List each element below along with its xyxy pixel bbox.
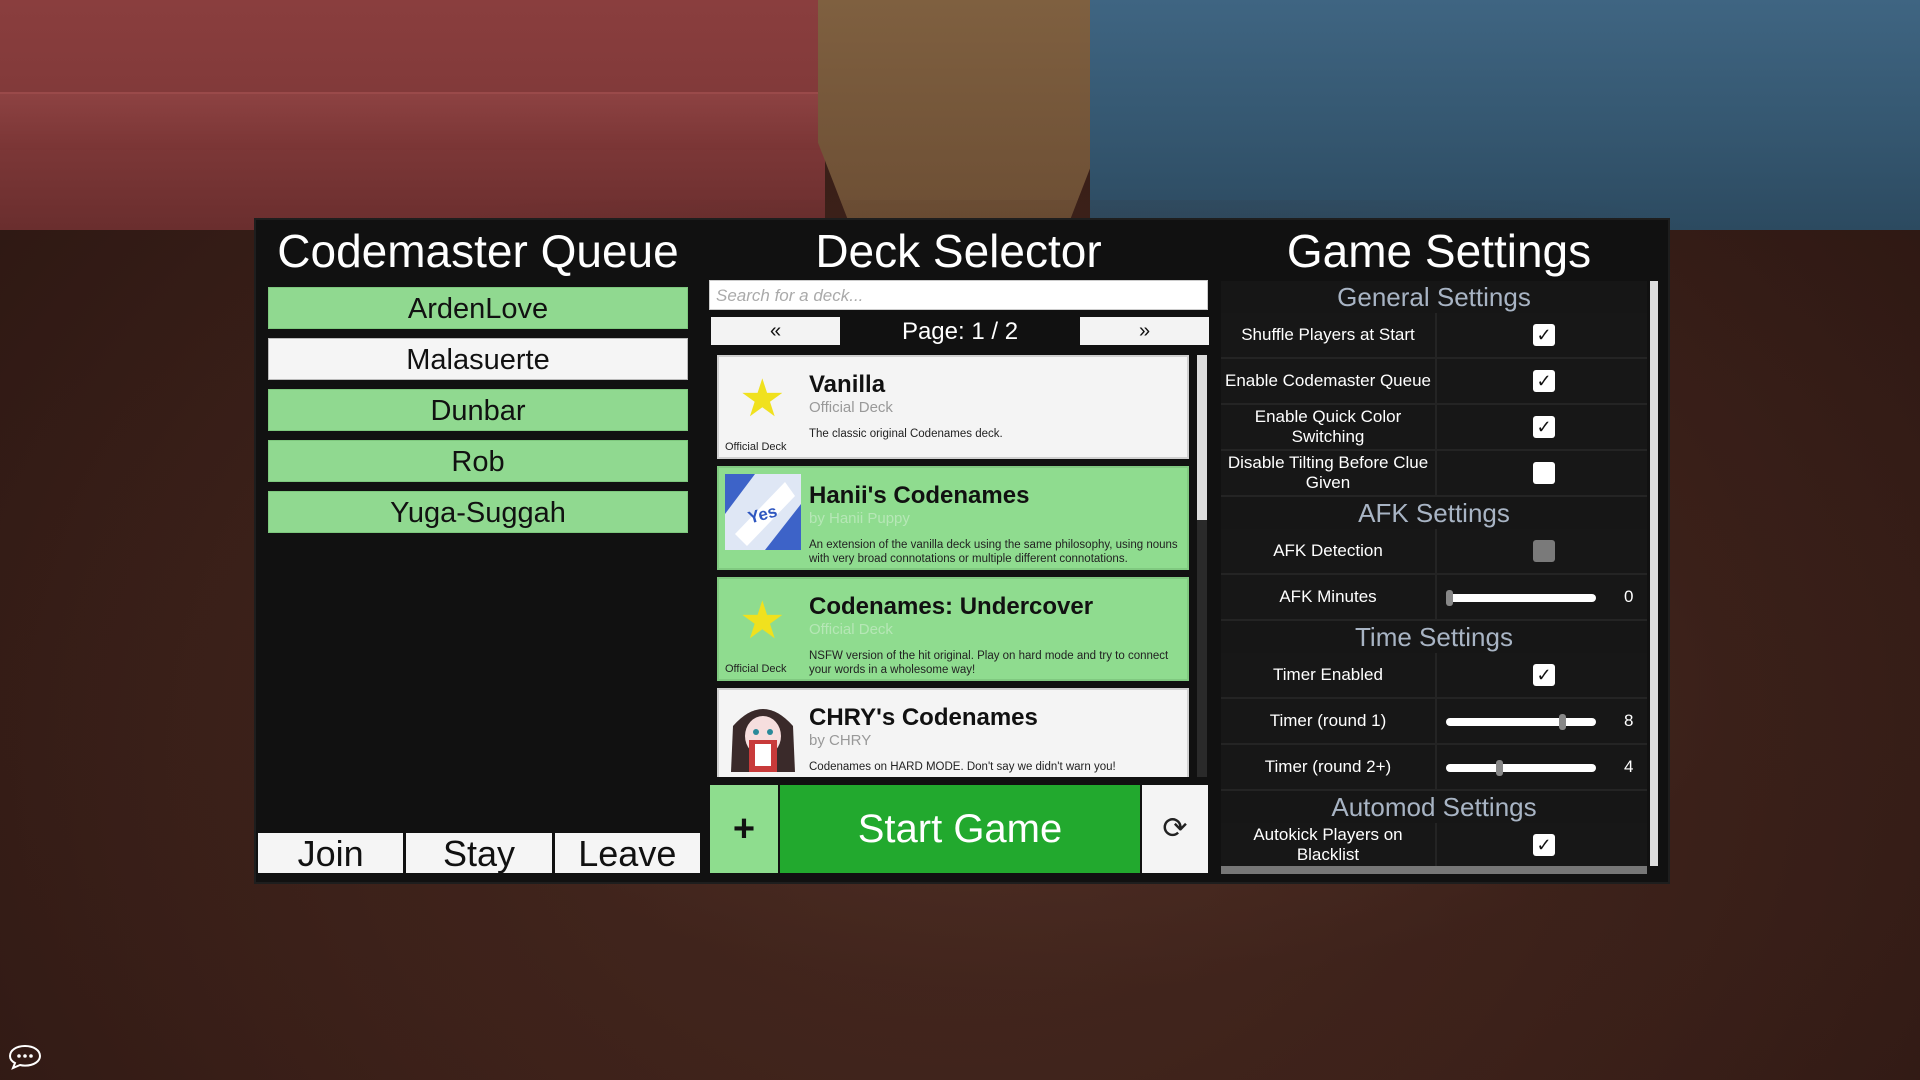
timer-round2-value: 4 xyxy=(1624,757,1634,776)
queue-title: Codemaster Queue xyxy=(277,225,679,277)
deck-description: The classic original Codenames deck. xyxy=(809,428,1003,440)
settings-scrollbar-horizontal[interactable] xyxy=(1221,866,1647,874)
deck-name: Vanilla xyxy=(809,371,886,398)
deck-scrollbar-thumb[interactable] xyxy=(1197,355,1207,520)
deck-author: by CHRY xyxy=(809,732,872,749)
chry-avatar-icon xyxy=(725,696,801,772)
shuffle-checkbox[interactable]: ✓ xyxy=(1533,324,1555,346)
queue-player[interactable]: ArdenLove xyxy=(268,287,688,329)
autokick-checkbox[interactable]: ✓ xyxy=(1533,834,1555,856)
deck-name: Codenames: Undercover xyxy=(809,593,1094,620)
deck-description: Codenames on HARD MODE. Don't say we did… xyxy=(809,761,1116,773)
deck-author: by Hanii Puppy xyxy=(809,510,910,527)
automod-settings-heading: Automod Settings xyxy=(1331,792,1537,822)
afk-settings-heading: AFK Settings xyxy=(1358,498,1510,528)
afk-minutes-slider[interactable] xyxy=(1446,590,1596,606)
time-settings-heading: Time Settings xyxy=(1355,622,1513,652)
quick-color-checkbox[interactable]: ✓ xyxy=(1533,416,1555,438)
general-settings-heading: General Settings xyxy=(1337,282,1531,312)
hanii-yes-icon: Yes xyxy=(725,474,801,550)
settings-title: Game Settings xyxy=(1286,225,1592,277)
deck-name: CHRY's Codenames xyxy=(809,704,1038,731)
timer-enabled-checkbox[interactable]: ✓ xyxy=(1533,664,1555,686)
setting-label: Disable Tilting Before Clue Given xyxy=(1221,451,1437,495)
next-page-button[interactable]: » xyxy=(1080,317,1209,345)
setting-label: AFK Detection xyxy=(1221,529,1437,573)
background-blue-block xyxy=(1090,0,1920,230)
background-red-stripe xyxy=(0,92,825,150)
setting-label: Autokick Players on Blacklist xyxy=(1221,823,1437,866)
start-game-button[interactable]: Start Game xyxy=(780,785,1140,873)
setting-row: AFK Minutes 0 xyxy=(1221,575,1647,621)
slider-knob[interactable] xyxy=(1446,590,1453,606)
deck-icon-label: Official Deck xyxy=(725,441,787,453)
tilting-checkbox[interactable] xyxy=(1533,462,1555,484)
page-indicator: Page: 1 / 2 xyxy=(901,318,1019,345)
deck-author: Official Deck xyxy=(809,621,893,638)
star-icon: ★ Official Deck xyxy=(725,363,801,453)
refresh-icon[interactable]: ⟳ xyxy=(1142,785,1208,873)
queue-player[interactable]: Malasuerte xyxy=(268,338,688,380)
deck-description: An extension of the vanilla deck using t… xyxy=(809,539,1178,565)
timer-round1-value: 8 xyxy=(1624,711,1634,730)
afk-detection-checkbox[interactable] xyxy=(1533,540,1555,562)
deck-name: Hanii's Codenames xyxy=(809,482,1030,509)
queue-player[interactable]: Yuga-Suggah xyxy=(268,491,688,533)
join-button[interactable]: Join xyxy=(258,833,404,874)
timer-round2-slider[interactable] xyxy=(1446,760,1596,776)
add-deck-button[interactable]: + xyxy=(710,785,778,873)
setting-row: Shuffle Players at Start ✓ xyxy=(1221,313,1647,359)
slider-knob[interactable] xyxy=(1495,760,1503,776)
deck-title: Deck Selector xyxy=(815,225,1102,277)
setting-row: Autokick Players on Blacklist ✓ xyxy=(1221,823,1647,866)
deck-description: NSFW version of the hit original. Play o… xyxy=(809,650,1169,676)
setting-label: Timer Enabled xyxy=(1221,653,1437,697)
setting-label: Enable Quick Color Switching xyxy=(1221,405,1437,449)
chat-bubble-icon[interactable] xyxy=(8,1044,42,1070)
deck-card[interactable]: ★ Official Deck Vanilla Official Deck Th… xyxy=(717,355,1189,459)
deck-card[interactable]: Yes Hanii's Codenames by Hanii Puppy An … xyxy=(717,466,1189,570)
deck-icon-label: Official Deck xyxy=(725,663,787,675)
deck-card[interactable]: ★ Official Deck Codenames: Undercover Of… xyxy=(717,577,1189,681)
deck-search-input[interactable]: Search for a deck... xyxy=(709,280,1208,310)
setting-row: Enable Quick Color Switching ✓ xyxy=(1221,405,1647,451)
timer-round1-slider[interactable] xyxy=(1446,714,1596,730)
queue-player[interactable]: Rob xyxy=(268,440,688,482)
deck-author: Official Deck xyxy=(809,399,893,416)
settings-scrollbar[interactable] xyxy=(1650,281,1658,866)
background-gold-block xyxy=(818,0,1100,230)
setting-row: Timer Enabled ✓ xyxy=(1221,653,1647,699)
star-icon: ★ Official Deck xyxy=(725,585,801,675)
stay-button[interactable]: Stay xyxy=(406,833,552,874)
setting-label: Timer (round 1) xyxy=(1221,699,1437,743)
setting-row: AFK Detection xyxy=(1221,529,1647,575)
setting-row: Timer (round 1) 8 xyxy=(1221,699,1647,745)
prev-page-button[interactable]: « xyxy=(711,317,840,345)
deck-card[interactable]: CHRY's Codenames by CHRY Codenames on HA… xyxy=(717,688,1189,777)
queue-list: ArdenLove Malasuerte Dunbar Rob Yuga-Sug… xyxy=(268,287,688,542)
slider-knob[interactable] xyxy=(1558,714,1566,730)
queue-buttons: Join Stay Leave xyxy=(258,833,700,874)
afk-minutes-value: 0 xyxy=(1624,587,1634,606)
deck-scrollbar[interactable] xyxy=(1197,355,1207,777)
settings-list: General Settings Shuffle Players at Star… xyxy=(1221,281,1647,866)
codemaster-queue-checkbox[interactable]: ✓ xyxy=(1533,370,1555,392)
setting-label: Enable Codemaster Queue xyxy=(1221,359,1437,403)
setting-row: Enable Codemaster Queue ✓ xyxy=(1221,359,1647,405)
setting-label: Timer (round 2+) xyxy=(1221,745,1437,789)
setting-label: Shuffle Players at Start xyxy=(1221,313,1437,357)
queue-player[interactable]: Dunbar xyxy=(268,389,688,431)
deck-list: ★ Official Deck Vanilla Official Deck Th… xyxy=(717,355,1192,777)
setting-label: AFK Minutes xyxy=(1221,575,1437,619)
setting-row: Timer (round 2+) 4 xyxy=(1221,745,1647,791)
leave-button[interactable]: Leave xyxy=(554,833,700,874)
setting-row: Disable Tilting Before Clue Given xyxy=(1221,451,1647,497)
